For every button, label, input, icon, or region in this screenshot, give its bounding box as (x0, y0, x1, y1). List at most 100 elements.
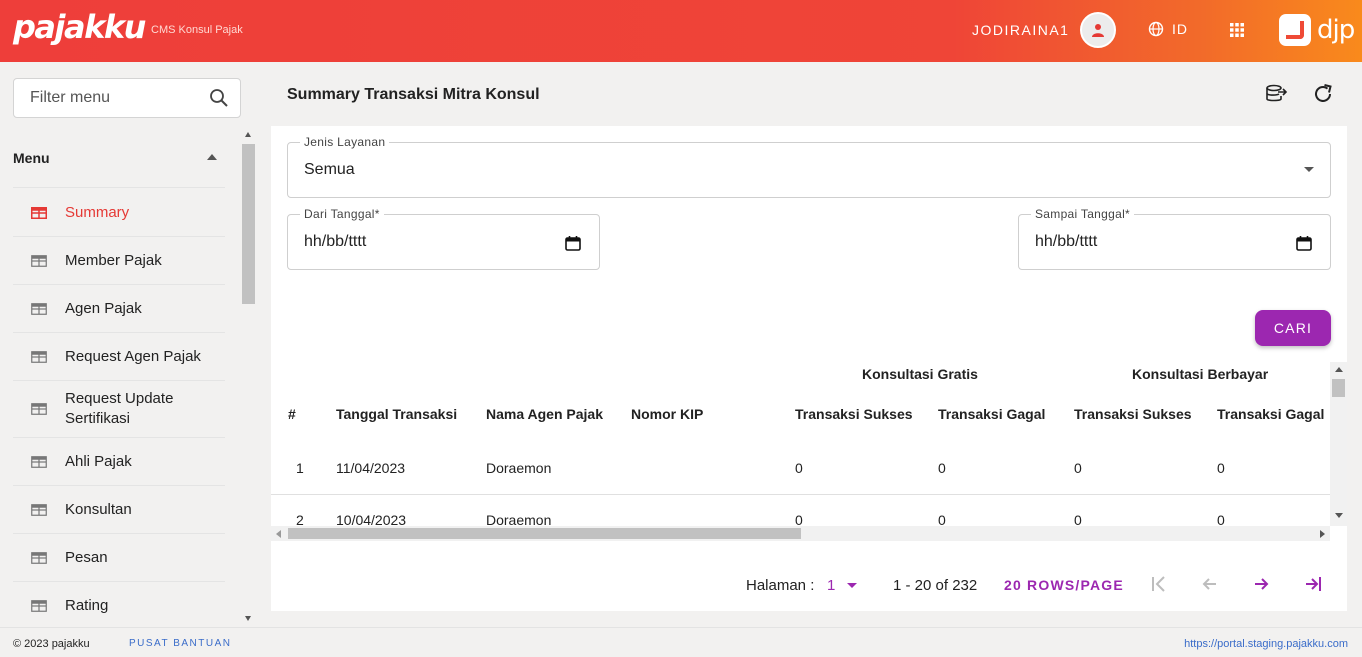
sampai-tanggal-value: hh/bb/tttt (1035, 233, 1098, 250)
username-label[interactable]: JODIRAINA1 (972, 22, 1069, 38)
apps-grid-icon[interactable] (1230, 23, 1244, 37)
scroll-up-arrow-icon[interactable] (1335, 367, 1343, 372)
table-cell: 11/04/2023 (336, 460, 406, 476)
table-icon (31, 254, 47, 267)
jenis-layanan-select[interactable]: Jenis Layanan Semua (287, 135, 1331, 198)
language-switcher[interactable]: ID (1148, 21, 1188, 37)
rows-per-page-button[interactable]: 20 ROWS/PAGE (1004, 577, 1124, 593)
sidebar-item-rating[interactable]: Rating (13, 582, 225, 625)
column-header[interactable]: Transaksi Sukses (795, 406, 913, 422)
filter-menu-field (13, 78, 241, 118)
language-label: ID (1172, 21, 1188, 37)
table-cell: 0 (795, 512, 803, 526)
portal-url-link[interactable]: https://portal.staging.pajakku.com (1184, 638, 1348, 650)
jenis-layanan-value: Semua (304, 161, 355, 178)
scroll-down-arrow-icon[interactable] (1335, 513, 1343, 518)
refresh-icon[interactable] (1311, 82, 1335, 106)
sidebar-item-request-update-sertifikasi[interactable]: Request Update Sertifikasi (13, 381, 225, 438)
sidebar-menu: Summary Member Pajak Agen Pajak Request … (13, 189, 225, 625)
sidebar-scrollbar[interactable] (242, 130, 255, 625)
table-hscroll-thumb[interactable] (288, 528, 801, 539)
calendar-icon[interactable] (565, 235, 581, 251)
table-cell: 0 (938, 460, 946, 476)
page-select[interactable]: 1 (827, 577, 858, 594)
sidebar-scroll-thumb[interactable] (242, 144, 255, 304)
column-header[interactable]: Nomor KIP (631, 406, 703, 422)
sidebar-item-agen-pajak[interactable]: Agen Pajak (13, 285, 225, 333)
first-page-icon[interactable] (1149, 574, 1169, 594)
table-horizontal-scrollbar[interactable] (271, 526, 1330, 541)
djp-logo[interactable]: djp (1279, 14, 1355, 46)
column-header[interactable]: Nama Agen Pajak (486, 406, 603, 422)
sampai-tanggal-field[interactable]: Sampai Tanggal* hh/bb/tttt (1018, 207, 1331, 270)
scroll-right-arrow-icon[interactable] (1320, 530, 1325, 538)
column-header[interactable]: Transaksi Gagal (938, 406, 1045, 422)
copyright-text: © 2023 pajakku (13, 638, 90, 650)
table-cell: 10/04/2023 (336, 512, 407, 526)
sampai-tanggal-label: Sampai Tanggal* (1031, 207, 1135, 221)
dari-tanggal-field[interactable]: Dari Tanggal* hh/bb/tttt (287, 207, 600, 270)
column-header[interactable]: Tanggal Transaksi (336, 406, 457, 422)
table-icon (31, 551, 47, 564)
search-icon[interactable] (209, 88, 229, 108)
sidebar-item-label: Request Update Sertifikasi (65, 390, 174, 427)
sidebar-item-label: Rating (65, 596, 109, 614)
menu-section-header[interactable]: Menu (13, 148, 225, 188)
table-vertical-scrollbar[interactable] (1330, 362, 1347, 526)
group-header-gratis: Konsultasi Gratis (862, 366, 978, 382)
column-header[interactable]: # (288, 406, 296, 422)
table-icon (31, 455, 47, 468)
cari-button[interactable]: CARI (1255, 310, 1331, 346)
table-cell: 1 (296, 460, 304, 476)
table-cell: 0 (1074, 512, 1082, 526)
page-title: Summary Transaksi Mitra Konsul (287, 86, 540, 103)
dari-tanggal-label: Dari Tanggal* (300, 207, 384, 221)
sidebar-item-label: Member Pajak (65, 251, 162, 269)
group-header-berbayar: Konsultasi Berbayar (1132, 366, 1269, 382)
sidebar-item-label: Ahli Pajak (65, 452, 132, 470)
help-center-link[interactable]: PUSAT BANTUAN (129, 638, 231, 649)
scroll-down-arrow-icon[interactable] (245, 616, 251, 621)
row-divider (271, 494, 1330, 495)
dari-tanggal-value: hh/bb/tttt (304, 233, 367, 250)
sidebar-item-ahli-pajak[interactable]: Ahli Pajak (13, 438, 225, 486)
filter-menu-input[interactable] (30, 87, 210, 109)
page-label: Halaman : (746, 577, 815, 594)
table-icon (31, 599, 47, 612)
sidebar-item-label: Konsultan (65, 500, 132, 518)
djp-mark-icon (1279, 14, 1311, 46)
sidebar-item-label: Summary (65, 203, 130, 221)
sidebar-item-label: Pesan (65, 548, 108, 566)
column-header[interactable]: Transaksi Sukses (1074, 406, 1192, 422)
jenis-layanan-label: Jenis Layanan (300, 135, 390, 149)
table-cell: 0 (938, 512, 946, 526)
summary-table: Konsultasi Gratis Konsultasi Berbayar # … (271, 362, 1330, 526)
column-header[interactable]: Transaksi Gagal (1217, 406, 1324, 422)
table-cell: 0 (1074, 460, 1082, 476)
sidebar-item-member-pajak[interactable]: Member Pajak (13, 237, 225, 285)
chevron-down-icon (847, 583, 858, 588)
table-scroll-thumb[interactable] (1332, 379, 1345, 397)
globe-icon (1148, 21, 1164, 37)
sidebar-item-konsultan[interactable]: Konsultan (13, 486, 225, 534)
previous-page-icon[interactable] (1200, 574, 1220, 594)
scroll-up-arrow-icon[interactable] (245, 132, 251, 137)
scroll-left-arrow-icon[interactable] (276, 530, 281, 538)
table-cell: 0 (795, 460, 803, 476)
export-icon[interactable] (1264, 82, 1288, 106)
last-page-icon[interactable] (1303, 574, 1323, 594)
table-cell: 0 (1217, 512, 1225, 526)
sidebar-item-label: Request Agen Pajak (65, 347, 201, 365)
top-app-bar: pajakku CMS Konsul Pajak JODIRAINA1 ID d… (0, 0, 1362, 62)
sidebar-item-summary[interactable]: Summary (13, 189, 225, 237)
table-cell: 2 (296, 512, 304, 526)
sidebar-item-request-agen-pajak[interactable]: Request Agen Pajak (13, 333, 225, 381)
next-page-icon[interactable] (1251, 574, 1271, 594)
table-cell: 0 (1217, 460, 1225, 476)
calendar-icon[interactable] (1296, 235, 1312, 251)
user-icon (1092, 24, 1104, 37)
sidebar-item-pesan[interactable]: Pesan (13, 534, 225, 582)
pajakku-logo[interactable]: pajakku (13, 8, 146, 46)
avatar[interactable] (1080, 12, 1116, 48)
sidebar-item-label: Agen Pajak (65, 299, 142, 317)
